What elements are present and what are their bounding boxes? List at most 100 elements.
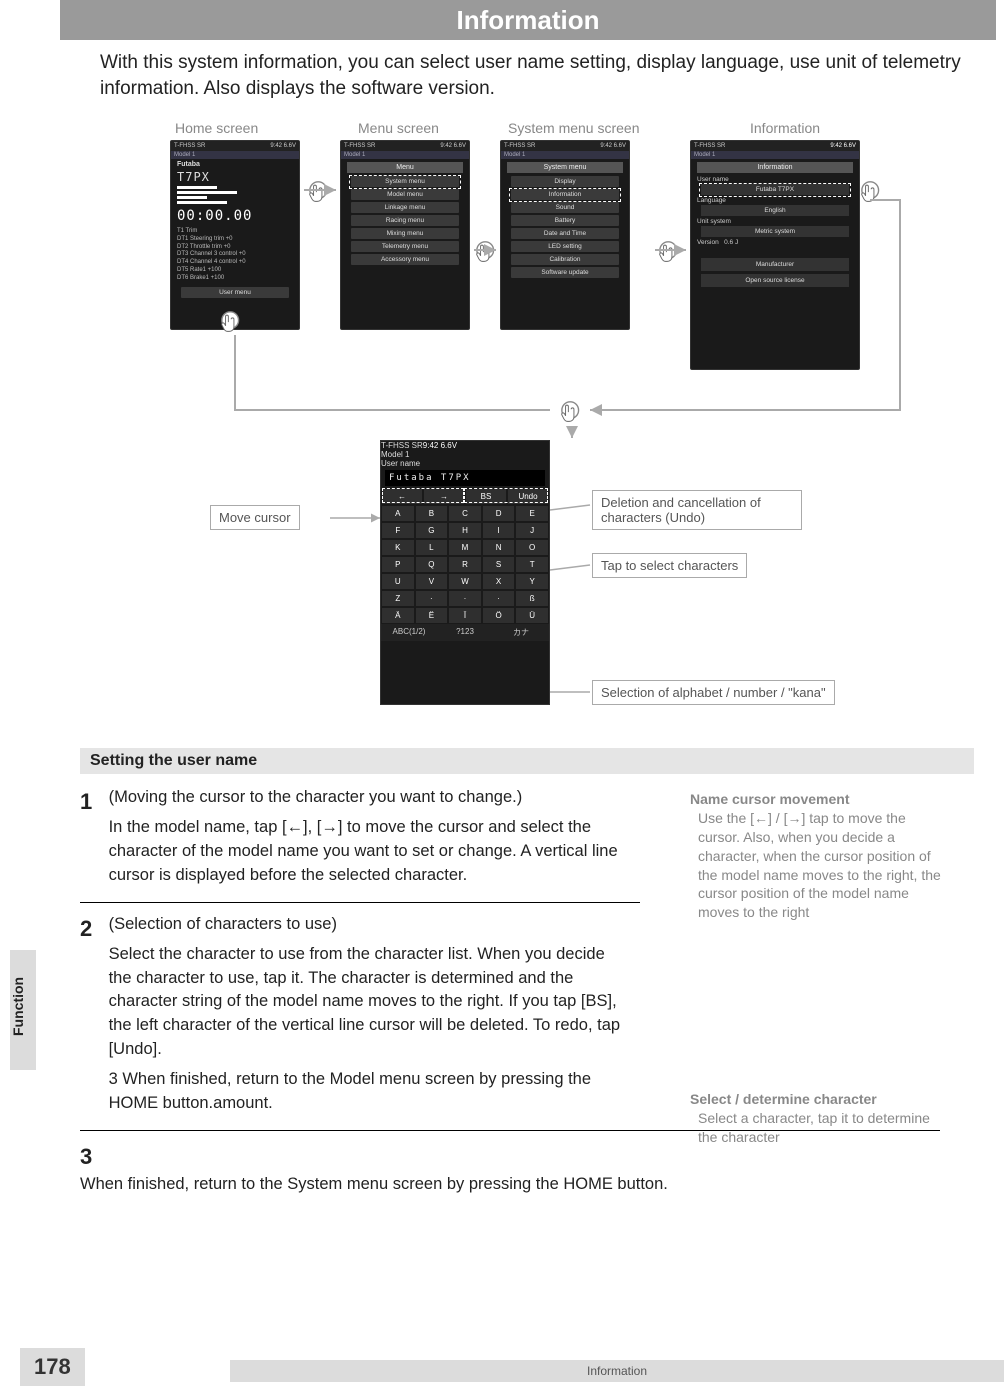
kb-input: Futaba T7PX — [385, 470, 545, 486]
sys-item-battery: Battery — [511, 215, 619, 226]
key: B — [416, 506, 448, 521]
menu-topbar-left: T-FHSS SR — [344, 143, 375, 149]
menu-item-telemetry: Telemetry menu — [351, 241, 459, 252]
home-trims: T1 Trim DT1 Steering trim +0 DT2 Throttl… — [177, 228, 293, 283]
key: · — [449, 591, 481, 606]
info-screen-thumb: T-FHSS SR 9:42 6.6V Model 1 Information U… — [690, 140, 860, 370]
label-home: Home screen — [175, 120, 258, 136]
key: Q — [416, 557, 448, 572]
step-1: 1 (Moving the cursor to the character yo… — [80, 786, 640, 888]
step2-head: (Selection of characters to use) — [109, 915, 337, 933]
step-2: 2 (Selection of characters to use) Selec… — [80, 913, 640, 1116]
key: Ö — [483, 608, 515, 623]
key: D — [483, 506, 515, 521]
info-title: Information — [697, 162, 853, 173]
callout-tap: Tap to select characters — [592, 553, 747, 578]
step1-head: (Moving the cursor to the character you … — [109, 788, 523, 806]
sys-item-led: LED setting — [511, 241, 619, 252]
menu-item-model: Model menu — [351, 189, 459, 200]
info-manufacturer-btn: Manufacturer — [701, 258, 849, 271]
key: C — [449, 506, 481, 521]
key: Ï — [449, 608, 481, 623]
key: E — [516, 506, 548, 521]
sys-item-display: Display — [511, 176, 619, 187]
key: R — [449, 557, 481, 572]
key: S — [483, 557, 515, 572]
callout-mode: Selection of alphabet / number / "kana" — [592, 680, 835, 705]
section-title: Setting the user name — [80, 748, 974, 774]
home-brand: Futaba — [177, 161, 293, 168]
key: K — [382, 540, 414, 555]
info-subtitle: Model 1 — [691, 151, 859, 159]
kb-subtitle: Model 1 — [381, 450, 549, 459]
home-model: T7PX — [177, 170, 293, 184]
key: Y — [516, 574, 548, 589]
info-language-label: Language — [697, 197, 853, 204]
side-tab-function: Function — [10, 950, 36, 1070]
home-usermenu: User menu — [181, 287, 289, 298]
key: L — [416, 540, 448, 555]
side-title-1: Name cursor movement — [690, 790, 950, 809]
key: U — [382, 574, 414, 589]
key: Ä — [382, 608, 414, 623]
menu-title: Menu — [347, 162, 463, 173]
tap-icon — [860, 180, 886, 211]
info-language-value: English — [701, 205, 849, 216]
tap-icon — [475, 240, 501, 271]
sys-item-sound: Sound — [511, 202, 619, 213]
system-screen-thumb: T-FHSS SR 9:42 6.6V Model 1 System menu D… — [500, 140, 630, 330]
info-version-label: Version — [697, 239, 719, 246]
key: V — [416, 574, 448, 589]
home-subtitle: Model 1 — [171, 151, 299, 159]
kb-mode-kana: カナ — [493, 624, 549, 641]
info-unit-value: Metric system — [701, 226, 849, 237]
sys-topbar-right: 9:42 6.6V — [600, 143, 626, 149]
step1-body: In the model name, tap [←], [→] to move … — [109, 816, 629, 888]
key: J — [516, 523, 548, 538]
menu-screen-thumb: T-FHSS SR9:42 6.6V Model 1 Menu System m… — [340, 140, 470, 330]
info-unit-label: Unit system — [697, 218, 853, 225]
key: Z — [382, 591, 414, 606]
key: F — [382, 523, 414, 538]
page-number: 178 — [20, 1348, 85, 1386]
tap-icon — [220, 310, 246, 341]
key: Ü — [516, 608, 548, 623]
username-editor-thumb: T-FHSS SR9:42 6.6V Model 1 User name Fut… — [380, 440, 550, 705]
sys-title: System menu — [507, 162, 623, 173]
sys-item-calibration: Calibration — [511, 254, 619, 265]
sys-topbar-left: T-FHSS SR — [504, 143, 535, 149]
info-version-value: 0.6 J — [724, 239, 738, 246]
info-username-label: User name — [697, 176, 853, 183]
side-body-2: Select a character, tap it to determine … — [690, 1109, 950, 1147]
key: ß — [516, 591, 548, 606]
step2-extra: 3 When finished, return to the Model men… — [109, 1068, 629, 1116]
menu-subtitle: Model 1 — [341, 151, 469, 159]
info-topbar-right: 9:42 6.6V — [830, 143, 856, 149]
kb-mode-num: ?123 — [437, 624, 493, 641]
key: N — [483, 540, 515, 555]
key: P — [382, 557, 414, 572]
page-header: Information — [60, 0, 996, 40]
key: H — [449, 523, 481, 538]
menu-item-accessory: Accessory menu — [351, 254, 459, 265]
menu-topbar-right: 9:42 6.6V — [440, 143, 466, 149]
key: W — [449, 574, 481, 589]
sys-item-datetime: Date and Time — [511, 228, 619, 239]
intro-text: With this system information, you can se… — [100, 50, 974, 101]
key: O — [516, 540, 548, 555]
tap-icon — [560, 400, 586, 431]
tap-icon — [658, 240, 684, 271]
label-menu: Menu screen — [358, 120, 439, 136]
sys-subtitle: Model 1 — [501, 151, 629, 159]
key: I — [483, 523, 515, 538]
sys-item-swupdate: Software update — [511, 267, 619, 278]
tap-icon — [308, 180, 334, 211]
info-topbar-left: T-FHSS SR — [694, 143, 725, 149]
navigation-diagram: Home screen Menu screen System menu scre… — [70, 110, 984, 730]
kb-topbar-right: 9:42 6.6V — [423, 441, 457, 450]
menu-item-racing: Racing menu — [351, 215, 459, 226]
key: Ë — [416, 608, 448, 623]
menu-item-linkage: Linkage menu — [351, 202, 459, 213]
callout-move-cursor: Move cursor — [210, 505, 300, 530]
key: X — [483, 574, 515, 589]
